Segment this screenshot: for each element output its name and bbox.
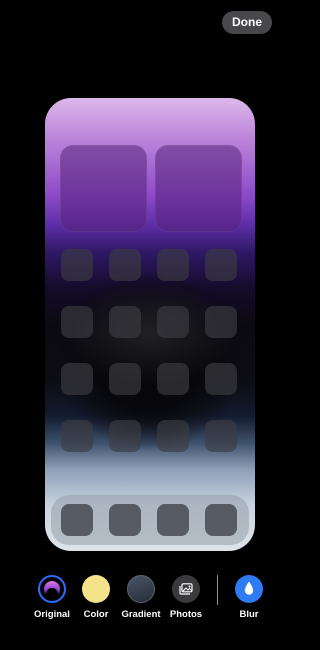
app-icon-placeholder <box>109 306 141 338</box>
app-icon-placeholder <box>157 420 189 452</box>
option-photos[interactable]: Photos <box>158 575 214 620</box>
app-icon-placeholder <box>205 306 237 338</box>
app-icon-grid <box>61 249 239 452</box>
photos-icon <box>172 575 200 603</box>
app-icon-placeholder <box>61 249 93 281</box>
app-icon-placeholder <box>205 363 237 395</box>
options-divider <box>217 575 218 605</box>
app-icon-placeholder <box>157 306 189 338</box>
app-icon-placeholder <box>61 420 93 452</box>
option-photos-label: Photos <box>169 609 203 620</box>
gradient-swatch-icon <box>127 575 155 603</box>
app-icon-placeholder <box>61 363 93 395</box>
app-icon-placeholder <box>61 306 93 338</box>
done-button[interactable]: Done <box>222 11 272 34</box>
app-icon-placeholder <box>157 249 189 281</box>
droplet-icon <box>235 575 263 603</box>
app-icon-placeholder <box>109 420 141 452</box>
widget-placeholder-right <box>155 145 242 232</box>
original-swatch-icon <box>38 575 66 603</box>
app-icon-placeholder <box>157 363 189 395</box>
dock-icon-placeholder <box>109 504 141 536</box>
option-blur[interactable]: Blur <box>221 575 277 620</box>
dock-icon-placeholder <box>61 504 93 536</box>
dock <box>51 495 249 545</box>
dock-icon-placeholder <box>205 504 237 536</box>
dock-icon-placeholder <box>157 504 189 536</box>
app-icon-placeholder <box>109 249 141 281</box>
wallpaper-options-bar: Original Color Gradient Photos Blur <box>0 575 300 625</box>
app-icon-placeholder <box>109 363 141 395</box>
option-blur-label: Blur <box>239 609 259 620</box>
widget-placeholder-left <box>60 145 147 232</box>
app-icon-placeholder <box>205 249 237 281</box>
home-screen-preview <box>45 98 255 551</box>
color-swatch-icon <box>82 575 110 603</box>
app-icon-placeholder <box>205 420 237 452</box>
